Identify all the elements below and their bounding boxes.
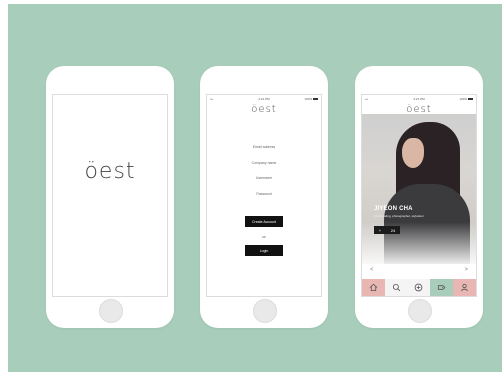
app-logo: öest — [251, 104, 277, 115]
tag-icon — [438, 285, 446, 290]
tab-tag[interactable] — [430, 279, 454, 296]
follow-count: 24 — [390, 227, 396, 233]
battery-percent: 100% — [304, 97, 313, 101]
status-bar: ••• 4:21 PM 100% — [362, 97, 476, 102]
add-icon — [415, 283, 423, 292]
previous-arrow[interactable]: < — [370, 267, 374, 273]
home-button[interactable] — [253, 299, 277, 323]
status-bar: ••• 4:21 PM 100% — [207, 97, 321, 102]
splash-screen: öest — [52, 94, 168, 297]
or-separator: or — [262, 234, 266, 239]
bottom-tab-bar — [362, 279, 476, 296]
search-icon — [392, 283, 400, 292]
tab-home[interactable] — [362, 279, 385, 296]
profile-name: JIYEON CHA — [374, 206, 413, 212]
profile-icon — [461, 283, 468, 292]
next-arrow[interactable]: > — [464, 267, 468, 273]
email-field[interactable]: Email address — [207, 145, 321, 149]
home-button[interactable] — [408, 299, 432, 323]
create-account-button[interactable]: Create Account — [245, 216, 283, 227]
battery-icon — [468, 98, 473, 101]
profile-screen: ••• 4:21 PM 100% öest JIYEON CHA Interio… — [361, 94, 477, 297]
company-field[interactable]: Company name — [207, 161, 321, 165]
battery-status: 100% — [304, 97, 318, 101]
tab-search[interactable] — [384, 279, 408, 296]
profile-photo: JIYEON CHA Interiortaling, photographer,… — [362, 114, 476, 264]
phone-splash: öest — [46, 66, 174, 328]
phone-login: ••• 4:21 PM 100% öest Email address Comp… — [200, 66, 328, 328]
battery-icon — [313, 98, 318, 101]
login-screen: ••• 4:21 PM 100% öest Email address Comp… — [206, 94, 322, 297]
battery-status: 100% — [459, 97, 473, 101]
follow-button[interactable]: + 24 — [374, 226, 400, 234]
home-icon — [369, 283, 378, 292]
username-field[interactable]: Username — [207, 176, 321, 180]
login-button[interactable]: Login — [245, 245, 283, 256]
profile-subtitle: Interiortaling, photographer, stylodoor — [374, 214, 424, 218]
photo-face — [402, 138, 424, 168]
tab-add[interactable] — [407, 279, 431, 296]
tab-profile[interactable] — [453, 279, 476, 296]
app-logo: öest — [84, 159, 136, 184]
phone-profile: ••• 4:21 PM 100% öest JIYEON CHA Interio… — [355, 66, 483, 328]
presentation-background: öest ••• 4:21 PM 100% öest Email address… — [8, 4, 502, 372]
battery-percent: 100% — [459, 97, 468, 101]
home-button[interactable] — [99, 299, 123, 323]
password-field[interactable]: Password — [207, 192, 321, 196]
follow-plus-icon: + — [378, 227, 382, 233]
